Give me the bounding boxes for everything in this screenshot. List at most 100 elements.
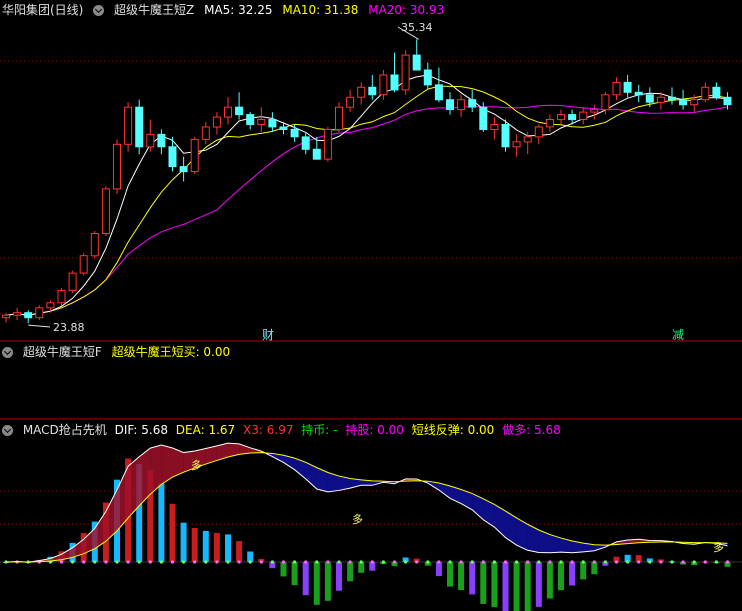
macd-bar-17 [191,528,198,562]
macd-bar-52 [580,562,587,580]
macd-dot-24 [270,560,274,564]
ma10-series [5,85,728,316]
macd-dot-21 [237,560,241,564]
candle-body-13 [146,133,155,148]
macd-dot-28 [315,560,319,564]
candle-body-60 [668,96,676,101]
macd-dot-19 [215,560,219,564]
candle-body-45 [501,124,510,148]
macd-bar-27 [302,562,309,596]
macd-bar-14 [158,483,165,562]
macd-dot-39 [437,560,441,564]
ma20-line [5,104,728,316]
macd-dot-20 [226,560,230,564]
candle-body-39 [434,84,443,101]
macd-dot-42 [470,560,474,564]
macd-dot-14 [159,560,163,564]
macd-dot-18 [204,560,208,564]
macd-dot-45 [503,560,508,564]
macd-dot-59 [659,560,663,564]
macd-bar-30 [336,562,342,591]
macd-dot-49 [548,560,552,564]
macd-dot-27 [304,560,308,564]
candle-body-12 [135,106,144,148]
macd-dot-64 [714,560,719,564]
macd-dot-22 [248,560,252,564]
high-price-label: 35.34 [401,21,433,34]
macd-bar-50 [558,562,564,591]
macd-dot-36 [404,560,408,564]
candle-body-0 [2,314,10,319]
macd-dot-15 [170,560,175,564]
macd-bar-47 [524,562,531,611]
ma10-line [5,85,728,316]
macd-bar-41 [458,562,465,590]
macd-dot-30 [337,560,341,564]
candle-body-26 [290,128,299,138]
candle-body-11 [124,106,133,145]
macd-bar-26 [291,562,298,586]
candle-body-16 [179,166,188,173]
candle-body-14 [157,133,166,148]
low-arrow [28,324,51,328]
macd-dot-7 [82,560,86,564]
macd-bar-40 [447,562,453,587]
grid-lines [0,60,742,525]
macd-dot-35 [392,560,397,564]
candle-body-58 [645,94,654,103]
macd-dot-16 [182,560,186,564]
candle-body-7 [79,255,88,274]
macd-bar-16 [180,522,187,562]
macd-dot-53 [592,560,596,564]
candle-body-44 [490,124,499,130]
candle-body-8 [90,233,99,257]
macd-bar-49 [546,562,553,599]
candle-body-42 [468,99,477,108]
candle-body-22 [246,114,255,125]
macd-dot-41 [459,560,463,564]
candle-body-4 [46,302,55,309]
macd-dot-5 [59,560,64,564]
macd-dot-58 [648,560,652,564]
candle-body-23 [257,119,266,125]
macd-bar-46 [513,562,520,611]
macd-dot-9 [104,560,108,564]
macd-dot-50 [559,560,563,564]
macd-fill-46 [505,511,517,546]
candle-body-53 [590,109,599,113]
candle-body-41 [457,99,466,111]
macd-dot-38 [426,560,430,564]
macd-dot-8 [93,560,97,564]
candle-body-37 [412,54,421,71]
candle-body-62 [690,99,699,106]
chart-canvas[interactable]: 35.34 23.88 财 减 多 多 多 [0,0,742,611]
candle-body-61 [679,99,688,106]
macd-dot-31 [348,560,352,564]
macd-bar-43 [480,562,487,604]
candle-body-24 [268,119,277,128]
candle-body-55 [612,81,621,96]
macd-dot-29 [326,560,330,564]
macd-bar-20 [225,534,231,562]
macd-dot-47 [526,560,530,564]
macd-dot-17 [193,560,197,564]
ma20-series [5,104,728,316]
candle-body-33 [368,86,377,96]
macd-label-duo-2: 多 [352,512,363,526]
candle-body-19 [212,116,221,128]
macd-dot-12 [137,560,141,564]
macd-bar-48 [535,562,542,607]
candle-body-20 [224,106,232,118]
macd-bar-18 [202,530,209,562]
macd-label-duo-1: 多 [191,458,202,472]
macd-bar-39 [435,562,442,577]
macd-bar-29 [324,562,331,601]
reduce-marker[interactable]: 减 [672,328,684,342]
macd-dot-46 [515,560,519,564]
finance-marker[interactable]: 财 [262,328,274,342]
candle-body-25 [279,126,288,130]
macd-dot-23 [259,560,263,564]
candle-body-43 [479,106,488,130]
candle-body-51 [568,114,577,121]
candle-body-48 [534,126,543,138]
